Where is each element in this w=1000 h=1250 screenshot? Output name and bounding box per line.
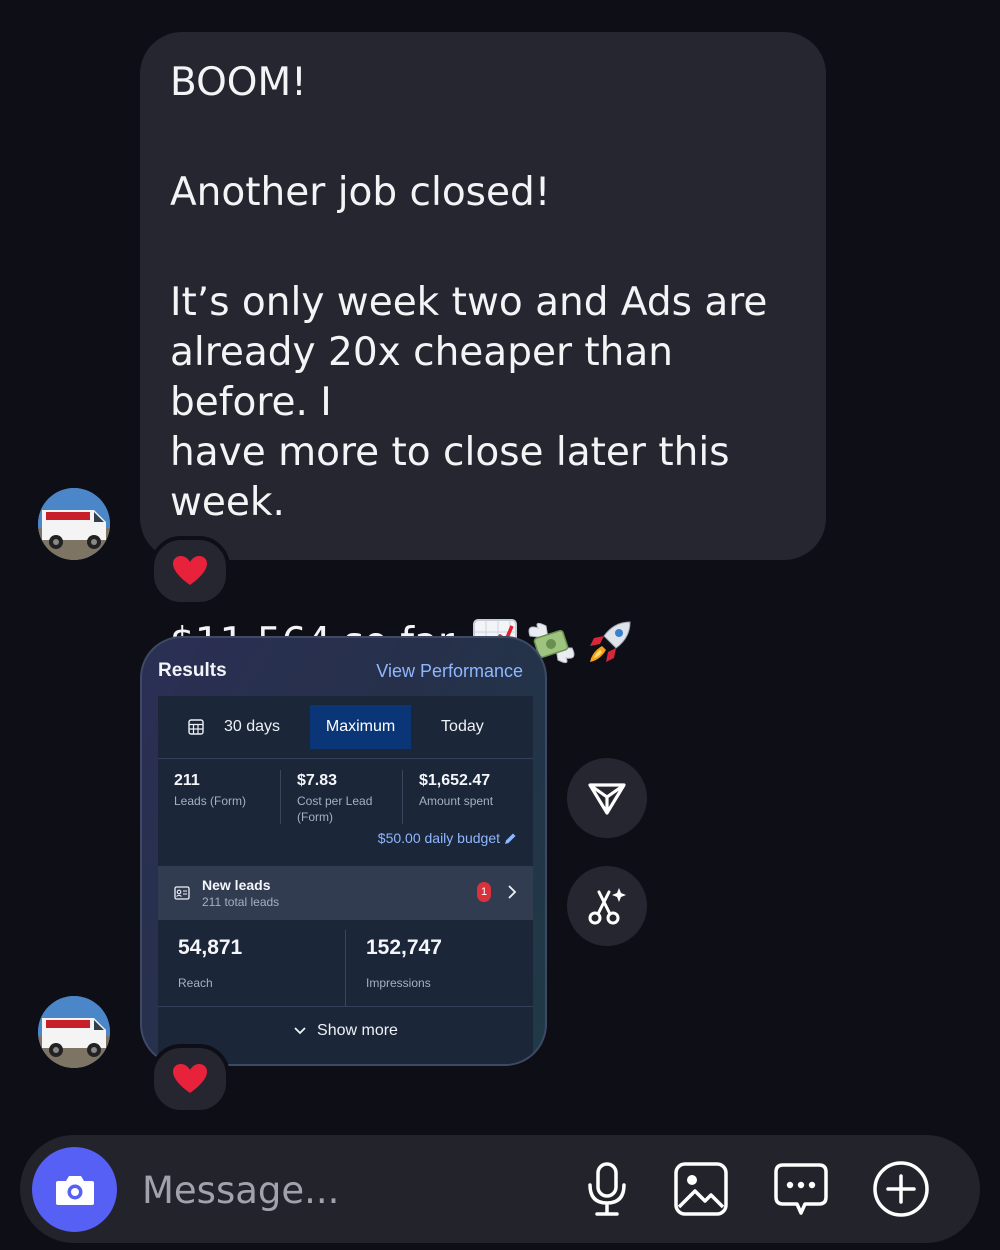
daily-budget-label: $50.00 daily budget (377, 830, 500, 846)
metric-value: $1,652.47 (419, 772, 491, 789)
metric-label: Amount spent (419, 794, 494, 808)
results-panel: 30 days Maximum Today 211 Leads (Form) $… (158, 696, 533, 1064)
avatar[interactable] (38, 996, 110, 1068)
show-more-label: Show more (317, 1022, 398, 1039)
message-composer (20, 1135, 980, 1243)
metric-cost-per-lead: $7.83 Cost per Lead (Form) (280, 770, 402, 824)
message-line-more: have more to close later this week. (170, 430, 730, 525)
metrics-row: 211 Leads (Form) $7.83 Cost per Lead (Fo… (158, 758, 533, 866)
stat-label: Impressions (366, 976, 431, 990)
stat-value: 152,747 (366, 936, 442, 959)
results-card[interactable]: Results View Performance 30 days Maximum… (140, 636, 547, 1066)
tab-30-days[interactable]: 30 days (188, 718, 280, 736)
stats-row: 54,871 Reach 152,747 Impressions (158, 930, 533, 1006)
van-photo-icon (38, 996, 110, 1068)
metric-amount-spent: $1,652.47 Amount spent (402, 770, 524, 824)
camera-button[interactable] (32, 1147, 117, 1232)
date-range-tabs: 30 days Maximum Today (158, 696, 533, 759)
chevron-down-icon (294, 1027, 306, 1035)
microphone-button[interactable] (577, 1159, 637, 1219)
message-line-boom: BOOM! (170, 60, 307, 105)
rocket-emoji (589, 621, 631, 662)
stat-reach: 54,871 Reach (158, 930, 345, 1006)
tab-maximum[interactable]: Maximum (310, 705, 412, 749)
metric-label: Leads (Form) (174, 794, 247, 808)
heart-reaction[interactable] (150, 536, 230, 606)
ai-scissors-sparkle-icon (588, 888, 626, 925)
heart-reaction[interactable] (150, 1044, 230, 1114)
heart-icon (173, 1064, 207, 1093)
stat-label: Reach (178, 976, 213, 990)
message-input[interactable] (140, 1163, 564, 1217)
sticker-chat-button[interactable] (771, 1159, 831, 1219)
chat-screen: BOOM! Another job closed! It’s only week… (0, 0, 1000, 1250)
share-button[interactable] (567, 758, 647, 838)
metric-leads: 211 Leads (Form) (158, 758, 280, 866)
remix-button[interactable] (567, 866, 647, 946)
message-line-cheaper: already 20x cheaper than before. I (170, 330, 674, 425)
metric-value: $7.83 (297, 772, 338, 789)
chat-bubble-dots-icon (774, 1163, 828, 1215)
contact-card-icon (174, 886, 190, 900)
new-leads-subtitle: 211 total leads (202, 895, 280, 909)
add-button[interactable] (871, 1159, 931, 1219)
microphone-icon (588, 1162, 626, 1216)
card-title: Results (158, 660, 227, 681)
send-icon (588, 783, 626, 815)
calendar-table-icon (188, 719, 204, 735)
daily-budget-link[interactable]: $50.00 daily budget (378, 830, 517, 846)
new-leads-title: New leads (202, 877, 271, 893)
new-leads-row[interactable]: New leads 211 total leads 1 (158, 866, 533, 920)
avatar[interactable] (38, 488, 110, 560)
metric-value: 211 (174, 772, 200, 789)
view-performance-link[interactable]: View Performance (376, 661, 523, 682)
tab-today-label: Today (441, 718, 484, 735)
camera-icon (55, 1175, 94, 1205)
stat-value: 54,871 (178, 936, 243, 959)
gallery-button[interactable] (671, 1159, 731, 1219)
chevron-right-icon (508, 885, 517, 899)
tab-today[interactable]: Today (441, 718, 484, 736)
heart-icon (173, 556, 207, 585)
plus-circle-icon (873, 1161, 929, 1217)
metric-label: Cost per Lead (Form) (297, 794, 373, 824)
message-line-week: It’s only week two and Ads are (170, 280, 768, 325)
tab-maximum-label: Maximum (325, 718, 396, 735)
notification-badge: 1 (477, 882, 491, 902)
stat-impressions: 152,747 Impressions (345, 930, 532, 1006)
van-photo-icon (38, 488, 110, 560)
image-gallery-icon (674, 1162, 728, 1216)
message-bubble[interactable]: BOOM! Another job closed! It’s only week… (140, 32, 826, 667)
message-line-closed: Another job closed! (170, 170, 551, 215)
pencil-icon (505, 833, 516, 844)
tab-30-days-label: 30 days (224, 718, 281, 735)
